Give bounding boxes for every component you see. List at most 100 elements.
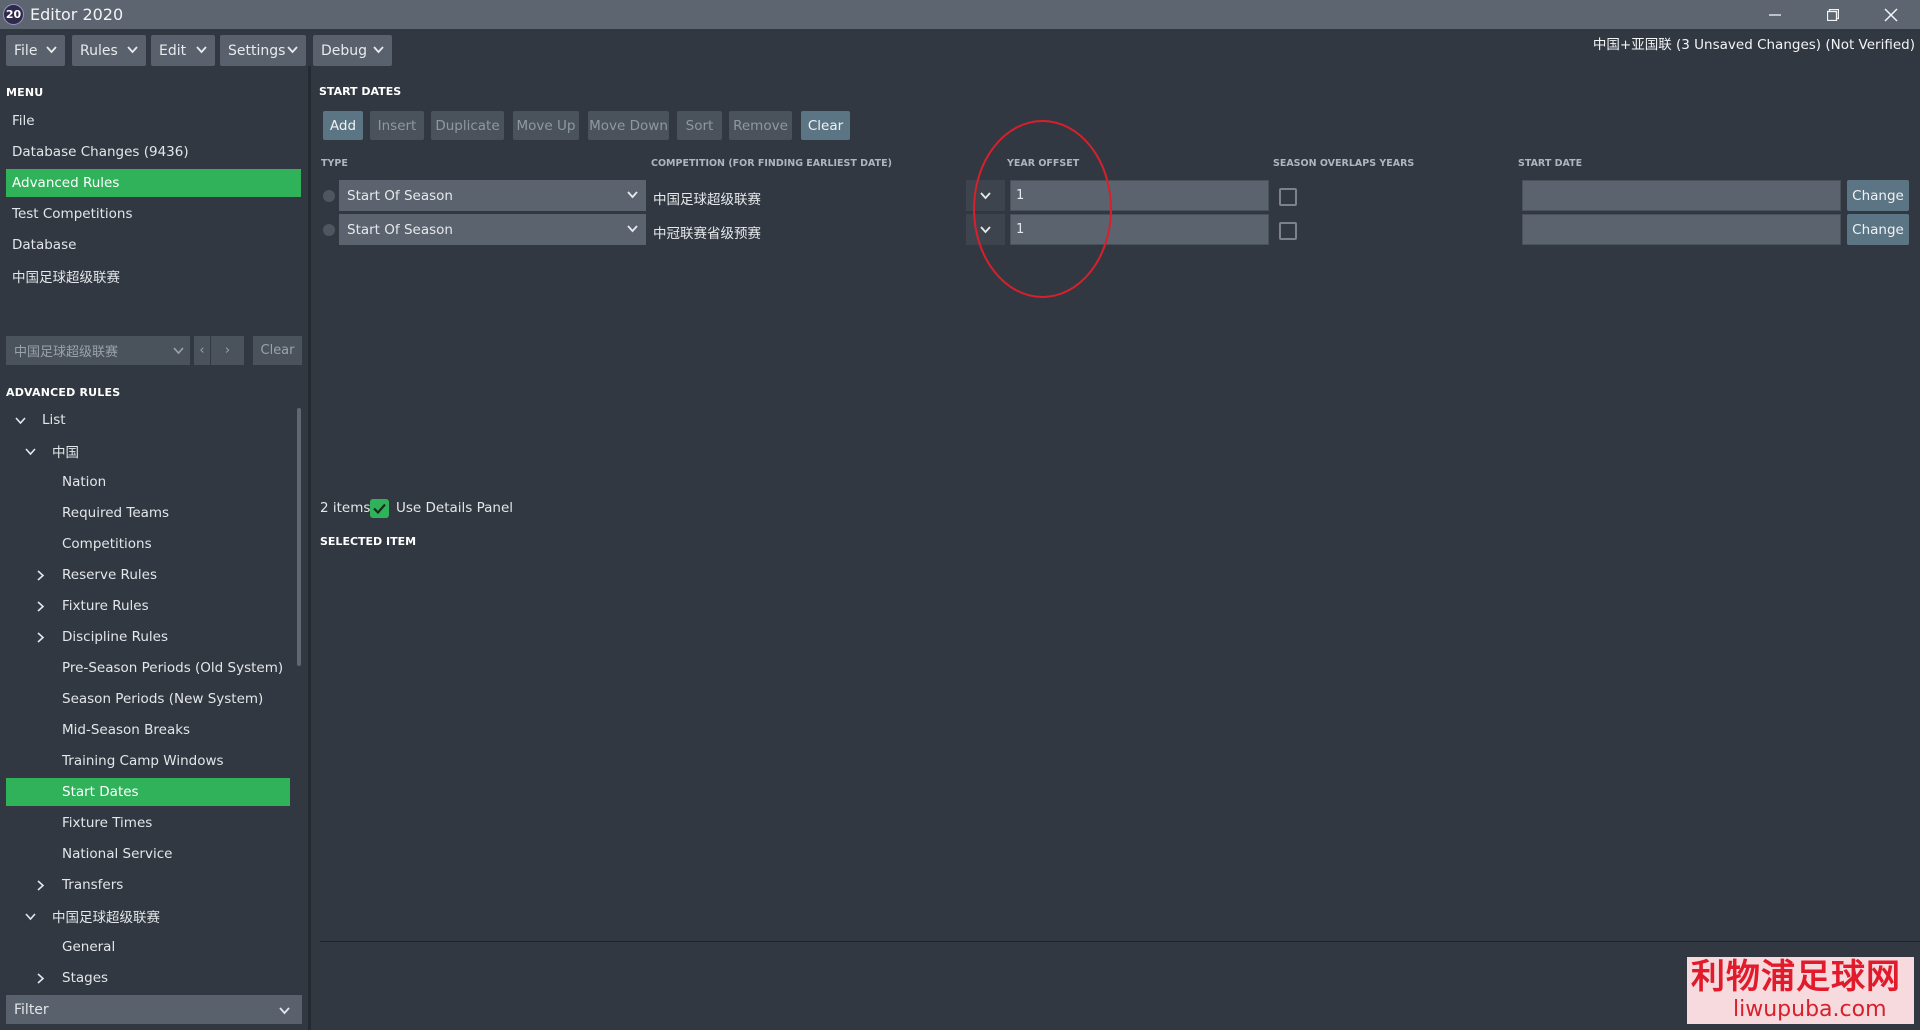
- sort-button[interactable]: Sort: [677, 111, 722, 140]
- type-select[interactable]: Start Of Season: [339, 214, 646, 245]
- tree-item-stages[interactable]: Stages: [6, 964, 290, 992]
- tree-item-label: Training Camp Windows: [62, 753, 224, 769]
- tree-item-competitions[interactable]: Competitions: [6, 530, 290, 558]
- duplicate-button[interactable]: Duplicate: [431, 111, 504, 140]
- chevron-right-icon[interactable]: [33, 630, 47, 644]
- close-button[interactable]: [1862, 0, 1920, 29]
- move-down-button[interactable]: Move Down: [588, 111, 669, 140]
- change-date-button[interactable]: Change: [1847, 180, 1909, 211]
- tree-item-discipline-rules[interactable]: Discipline Rules: [6, 623, 290, 651]
- season-overlaps-checkbox[interactable]: [1279, 222, 1297, 240]
- start-date-field[interactable]: [1522, 180, 1841, 211]
- filter-select[interactable]: Filter: [6, 995, 302, 1024]
- tree-item-fixture-times[interactable]: Fixture Times: [6, 809, 290, 837]
- tree-item-national-service[interactable]: National Service: [6, 840, 290, 868]
- tree-item-general[interactable]: General: [6, 933, 290, 961]
- row-handle[interactable]: [323, 190, 335, 202]
- sidebar-item-file[interactable]: File: [6, 107, 301, 135]
- tree-item-label: Season Periods (New System): [62, 691, 264, 707]
- sidebar-item-competition[interactable]: 中国足球超级联赛: [6, 262, 301, 290]
- sidebar-item-advanced-rules[interactable]: Advanced Rules: [6, 169, 301, 197]
- chevron-down-icon: [173, 347, 184, 355]
- chevron-right-icon[interactable]: [33, 878, 47, 892]
- tree-item-training-camp-windows[interactable]: Training Camp Windows: [6, 747, 290, 775]
- tree-item-node-16[interactable]: 中国足球超级联赛: [6, 902, 290, 930]
- season-overlaps-checkbox[interactable]: [1279, 188, 1297, 206]
- sidebar-item-test-competitions[interactable]: Test Competitions: [6, 200, 301, 228]
- menu-settings-button[interactable]: Settings: [220, 35, 306, 66]
- filter-label: Filter: [14, 1001, 49, 1018]
- tree-item-start-dates[interactable]: Start Dates: [6, 778, 290, 806]
- previous-button[interactable]: ‹: [194, 336, 210, 365]
- restore-icon: [1827, 8, 1839, 21]
- menu-edit-label: Edit: [159, 42, 187, 59]
- start-dates-heading: START DATES: [319, 85, 402, 98]
- tree-item-label: 中国: [52, 445, 79, 461]
- tree-item-nation[interactable]: Nation: [6, 468, 290, 496]
- use-details-panel-label: Use Details Panel: [396, 500, 514, 516]
- column-header-type: TYPE: [321, 158, 348, 169]
- tree-scrollbar[interactable]: [297, 408, 301, 666]
- menu-file-button[interactable]: File: [6, 35, 65, 66]
- tree-item-label: Stages: [62, 970, 109, 986]
- watermark-url: liwupuba.com: [1733, 997, 1887, 1022]
- add-button[interactable]: Add: [323, 111, 363, 140]
- tree-item-label: Mid-Season Breaks: [62, 722, 191, 738]
- tree-item-required-teams[interactable]: Required Teams: [6, 499, 290, 527]
- tree-item-label: Discipline Rules: [62, 629, 168, 645]
- menu-rules-button[interactable]: Rules: [72, 35, 146, 66]
- chevron-right-icon[interactable]: [33, 599, 47, 613]
- chevron-down-icon[interactable]: [23, 909, 37, 923]
- tree-item-reserve-rules[interactable]: Reserve Rules: [6, 561, 290, 589]
- tree-item-season-periods-new-system[interactable]: Season Periods (New System): [6, 685, 290, 713]
- competition-select[interactable]: 中国足球超级联赛: [6, 336, 190, 365]
- tree-item-fixture-rules[interactable]: Fixture Rules: [6, 592, 290, 620]
- chevron-down-icon: [627, 225, 638, 233]
- checkmark-icon: [373, 503, 386, 514]
- competition-name: 中冠联赛省级预赛: [653, 226, 761, 242]
- next-button[interactable]: ›: [211, 336, 244, 365]
- tree-item-mid-season-breaks[interactable]: Mid-Season Breaks: [6, 716, 290, 744]
- restore-button[interactable]: [1804, 0, 1862, 29]
- tree-item-label: General: [62, 939, 116, 955]
- move-up-button[interactable]: Move Up: [513, 111, 579, 140]
- sidebar-item-database-changes[interactable]: Database Changes (9436): [6, 138, 301, 166]
- competition-name: 中国足球超级联赛: [653, 192, 761, 208]
- clear-selection-button[interactable]: Clear: [253, 336, 302, 365]
- chevron-down-icon: [373, 46, 384, 54]
- menu-edit-button[interactable]: Edit: [151, 35, 215, 66]
- menu-debug-button[interactable]: Debug: [313, 35, 392, 66]
- chevron-down-icon[interactable]: [23, 444, 37, 458]
- chevron-down-icon[interactable]: [13, 413, 27, 427]
- annotation-circle: [973, 120, 1112, 298]
- menu-file-label: File: [14, 42, 38, 59]
- tree-item-label: Competitions: [62, 536, 152, 552]
- type-select[interactable]: Start Of Season: [339, 180, 646, 211]
- row-handle[interactable]: [323, 224, 335, 236]
- window-title: Editor 2020: [30, 5, 124, 24]
- tree-item-transfers[interactable]: Transfers: [6, 871, 290, 899]
- clear-button[interactable]: Clear: [801, 111, 850, 140]
- competition-select-value: 中国足球超级联赛: [14, 345, 119, 360]
- tree-item-label: Reserve Rules: [62, 567, 157, 583]
- insert-button[interactable]: Insert: [370, 111, 424, 140]
- menu-heading: MENU: [6, 86, 44, 99]
- remove-button[interactable]: Remove: [729, 111, 792, 140]
- menu-settings-label: Settings: [228, 42, 286, 59]
- sidebar-item-database[interactable]: Database: [6, 231, 301, 259]
- tree-item-pre-season-periods-old-system[interactable]: Pre-Season Periods (Old System): [6, 654, 290, 682]
- tree-item-list[interactable]: List: [6, 406, 290, 434]
- chevron-right-icon[interactable]: [33, 568, 47, 582]
- app-logo-icon: 20: [3, 4, 24, 25]
- change-date-button[interactable]: Change: [1847, 214, 1909, 245]
- tree-item-label: Start Dates: [62, 784, 139, 800]
- chevron-right-icon[interactable]: [33, 971, 47, 985]
- watermark-logo: 利物浦足球网 liwupuba.com: [1687, 957, 1914, 1024]
- watermark-title: 利物浦足球网: [1691, 957, 1901, 997]
- type-select-value: Start Of Season: [347, 187, 453, 204]
- tree-item-node-1[interactable]: 中国: [6, 437, 290, 465]
- use-details-panel-checkbox[interactable]: [370, 499, 389, 518]
- minimize-button[interactable]: [1746, 0, 1804, 29]
- start-date-field[interactable]: [1522, 214, 1841, 245]
- column-header-competition: COMPETITION (FOR FINDING EARLIEST DATE): [651, 158, 892, 169]
